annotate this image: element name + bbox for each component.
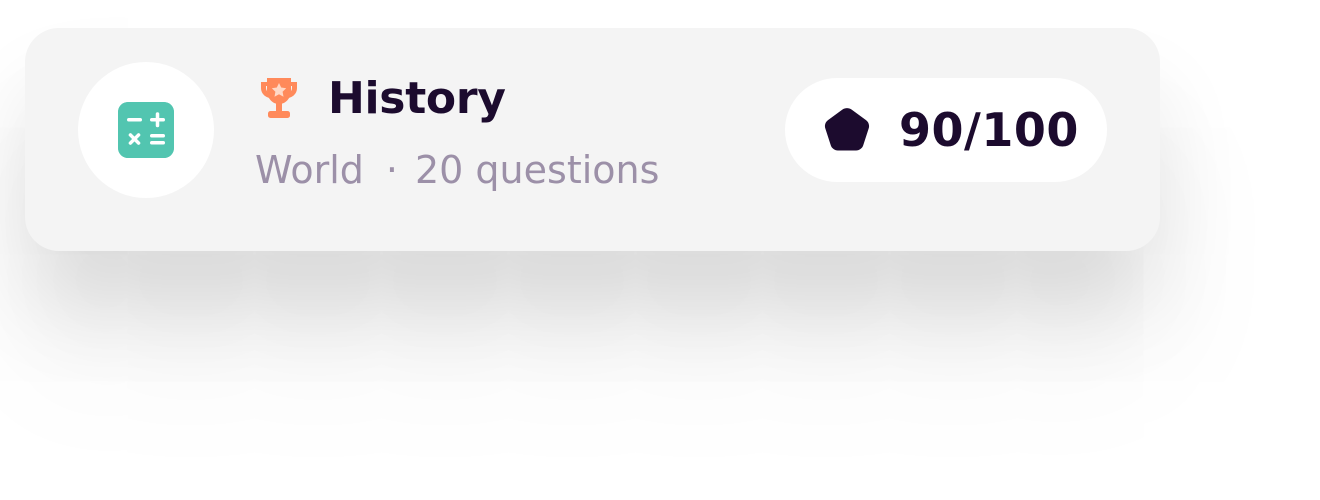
quiz-card[interactable]: History World · 20 questions 90/100	[25, 28, 1160, 251]
gem-icon	[824, 108, 870, 151]
score-badge: 90/100	[785, 78, 1107, 182]
title-row: History	[255, 70, 506, 126]
trophy-icon	[261, 78, 297, 118]
quiz-title: History	[328, 72, 506, 124]
meta-separator: ·	[385, 148, 398, 192]
calculator-icon	[118, 102, 174, 158]
quiz-category: World	[255, 148, 364, 192]
quiz-icon-avatar	[78, 62, 214, 198]
score-value: 90/100	[899, 103, 1079, 157]
question-count: 20 questions	[415, 148, 660, 192]
quiz-meta: World · 20 questions	[255, 148, 659, 192]
stage: History World · 20 questions 90/100	[0, 0, 1320, 500]
